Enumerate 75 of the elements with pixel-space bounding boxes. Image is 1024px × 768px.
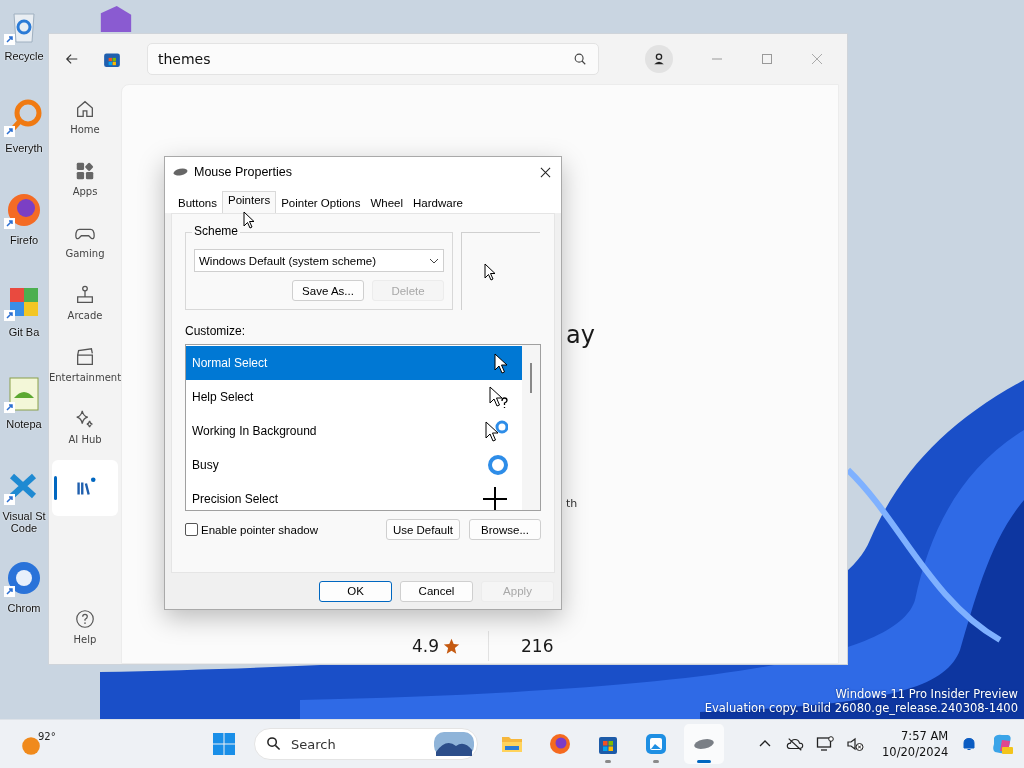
list-item[interactable]: Busy — [186, 448, 522, 482]
taskbar-app[interactable] — [684, 724, 724, 764]
busy-ring-icon — [488, 455, 508, 475]
start-icon[interactable] — [212, 732, 236, 756]
button[interactable]: Browse... — [469, 519, 541, 540]
rating-value: 4.9 — [412, 636, 440, 656]
button[interactable]: OK — [319, 580, 392, 602]
tab[interactable]: Pointer Options — [276, 195, 366, 213]
search-icon[interactable] — [573, 52, 587, 66]
pointer-icon — [484, 262, 496, 281]
search-icon — [266, 736, 281, 751]
desktop-icon-label[interactable]: Recycle — [1, 50, 47, 62]
tab[interactable]: Hardware — [408, 195, 468, 213]
help-icon — [74, 607, 96, 630]
back-arrow-icon — [65, 52, 79, 66]
list-item[interactable]: Normal Select — [186, 346, 522, 380]
store-search-input[interactable]: themes — [147, 43, 599, 75]
clock[interactable]: 7:57 AM 10/20/2024 — [882, 728, 949, 760]
nav-item[interactable] — [52, 460, 118, 516]
working-pointer-icon — [485, 420, 508, 442]
list-item[interactable]: Help Select — [186, 380, 522, 414]
desktop-icon-label[interactable]: Notepa — [1, 418, 47, 430]
magnifier-icon[interactable] — [4, 98, 44, 138]
page-heading: ay — [566, 321, 595, 349]
tab[interactable]: Buttons — [173, 195, 222, 213]
checkbox-box[interactable] — [185, 523, 198, 536]
nav-item[interactable]: AI Hub — [52, 398, 118, 454]
photos-icon — [644, 732, 668, 756]
help-nav-item[interactable]: Help — [52, 598, 118, 654]
description-text: th — [566, 497, 578, 510]
ratings-count: 216 — [521, 636, 554, 656]
nav-item[interactable]: Home — [52, 88, 118, 144]
scrollbar[interactable] — [522, 345, 540, 510]
desktop-icon-label[interactable]: Firefo — [1, 234, 47, 246]
close-icon[interactable] — [540, 166, 551, 178]
nav-item[interactable]: Apps — [52, 150, 118, 206]
watermark-text: Windows 11 Pro Insider Preview — [835, 687, 1018, 701]
crosshair-icon — [482, 486, 508, 510]
person-icon — [652, 52, 666, 66]
checkbox[interactable]: Enable pointer shadow — [185, 523, 318, 536]
desktop-icon-label[interactable]: Visual St Code — [1, 510, 47, 534]
account-button[interactable] — [645, 45, 673, 73]
help-pointer-icon — [489, 385, 508, 409]
dialog-title: Mouse Properties — [194, 165, 293, 179]
customize-label: Customize: — [185, 324, 247, 338]
monitor-icon[interactable] — [816, 736, 834, 752]
mouse-icon — [173, 167, 188, 177]
group-label: Scheme — [192, 224, 241, 238]
caret-icon — [429, 257, 439, 264]
arrow-pointer-icon — [494, 352, 508, 374]
list-item[interactable]: Working In Background — [186, 414, 522, 448]
firefox-icon — [548, 732, 572, 756]
nav-item[interactable]: Gaming — [52, 212, 118, 268]
weather-widget[interactable]: 92° — [20, 731, 60, 757]
button[interactable]: Save As... — [292, 280, 364, 301]
desktop-icon-label[interactable]: Git Ba — [1, 326, 47, 338]
desktop-icon-label[interactable]: Everyth — [1, 142, 47, 154]
list-item[interactable]: Precision Select — [186, 482, 522, 510]
tab[interactable]: Wheel — [365, 195, 409, 213]
landscape-icon — [434, 732, 474, 756]
maximize-icon[interactable] — [761, 53, 773, 65]
speaker-muted-icon[interactable] — [846, 736, 864, 752]
button[interactable]: Use Default — [385, 519, 460, 540]
star-icon — [443, 637, 461, 655]
clapperboard-icon — [74, 345, 96, 368]
store-bag-icon — [103, 50, 121, 68]
copilot-icon[interactable] — [990, 732, 1015, 756]
desktop-icon-label[interactable]: Chrom — [1, 602, 47, 614]
scheme-dropdown[interactable]: Windows Default (system scheme) — [194, 249, 444, 272]
cloud-off-icon[interactable] — [786, 736, 804, 752]
joystick-icon — [74, 283, 96, 306]
tab[interactable]: Pointers — [222, 191, 277, 213]
watermark-text: Evaluation copy. Build 26080.ge_release.240308-1400 — [704, 701, 1018, 715]
nav-item[interactable]: Arcade — [52, 274, 118, 330]
button[interactable]: Cancel — [400, 580, 473, 602]
